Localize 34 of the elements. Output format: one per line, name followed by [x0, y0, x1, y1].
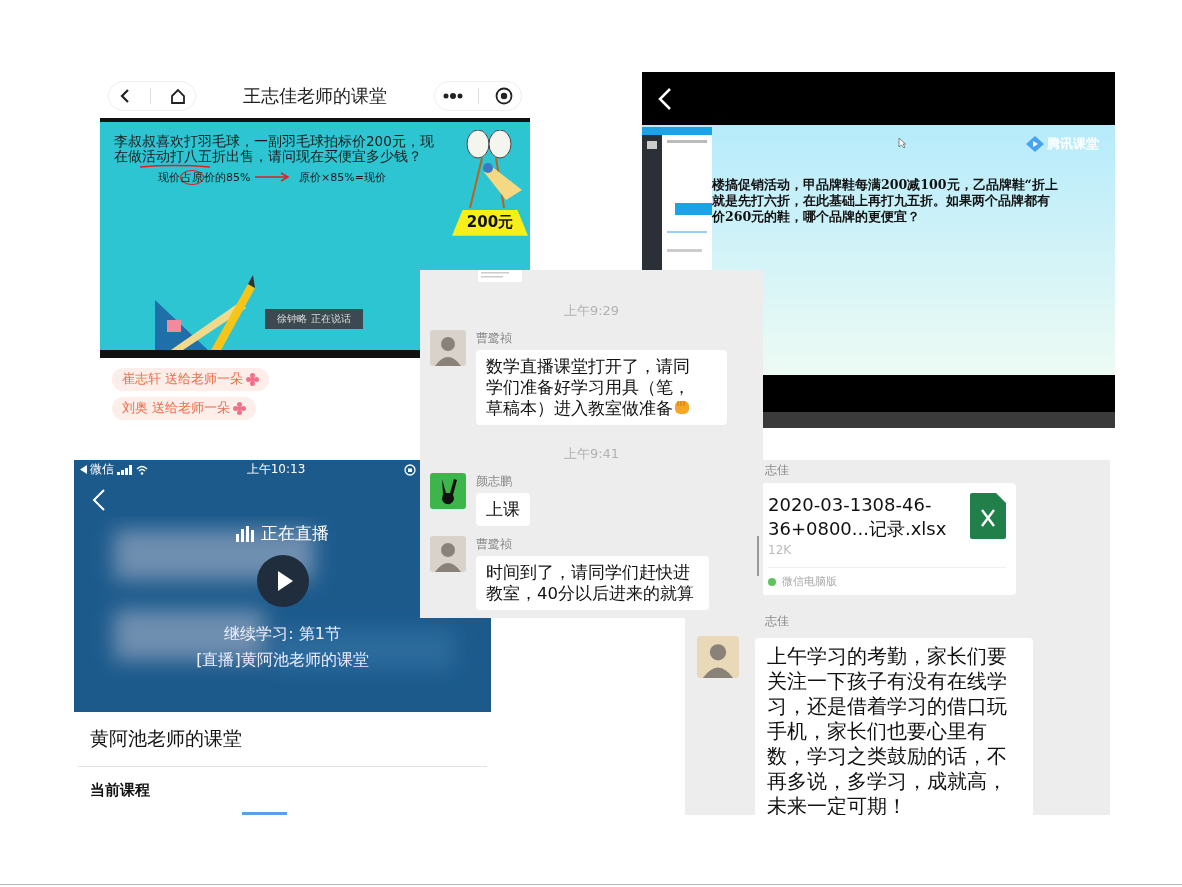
lesson-title: [直播]黄阿池老师的课堂	[196, 649, 369, 671]
message-text: 数学直播课堂打开了，请同学们准备好学习用具（笔，草稿本）进入教室做准备	[486, 357, 690, 418]
continue-label: 继续学习: 第1节	[224, 623, 341, 645]
timestamp: 上午9:41	[563, 446, 620, 461]
timestamp: 上午9:29	[563, 303, 620, 318]
speaking-indicator: 徐钟略 正在说话	[265, 308, 363, 329]
message-bubble: 上午学习的考勤，家长们要关注一下孩子有没有在线学习，还是借着学习的借口玩手机，家长们也要心里有数，学习之类鼓励的话，不再多说，多学习，成就高，未来一定可期！	[755, 638, 1033, 815]
sender-name: 颜志鹏	[476, 473, 512, 490]
source-label: 微信电脑版	[782, 574, 837, 589]
live-label: 正在直播	[261, 522, 329, 545]
sender-name: 志佳	[765, 614, 789, 628]
carrier-label: 微信	[90, 461, 114, 478]
sender-name: 曹鹭祯	[476, 536, 512, 553]
problem-text: 价260元的鞋，哪个品牌的更便宜？	[712, 209, 921, 225]
problem-text: 就是先打六折，在此基础上再打九五折。如果两个品牌都有	[712, 193, 1050, 209]
clock-text: 上午10:13	[246, 461, 306, 478]
problem-text: 楼搞促销活动，甲品牌鞋每满200减100元，乙品牌鞋“折上	[712, 177, 1058, 193]
sender-name: 曹鹭祯	[476, 330, 512, 347]
annotation-text: 原价×85%=现价	[299, 169, 386, 185]
problem-text: 李叔叔喜欢打羽毛球，一副羽毛球拍标价200元，现在做活动打八五折出售，请问现在买便宜多少钱？	[114, 133, 435, 165]
section-heading: 当前课程	[90, 781, 150, 799]
gift-notice: 刘奥 送给老师一朵	[112, 397, 256, 420]
file-card[interactable]: 2020-03-1308-46-36+0800...记录.xlsx 12K 微信电脑版	[762, 483, 1016, 595]
sender-name: 志佳	[765, 463, 789, 477]
brand-logo: 腾讯课堂	[1047, 135, 1099, 153]
price-tag: 200元	[452, 209, 528, 236]
file-name: 2020-03-1308-46-36+0800...记录.xlsx	[768, 493, 948, 541]
course-title: 黄阿池老师的课堂	[90, 727, 242, 749]
message-text: 上课	[486, 500, 520, 519]
gift-notice: 崔志轩 送给老师一朵	[112, 368, 269, 391]
file-size: 12K	[768, 543, 793, 557]
annotation-text: 现价占原价的85%	[158, 169, 251, 185]
page-title: 王志佳老师的课堂	[243, 84, 387, 109]
message-text: 时间到了，请同学们赶快进教室，40分以后进来的就算	[486, 563, 694, 603]
